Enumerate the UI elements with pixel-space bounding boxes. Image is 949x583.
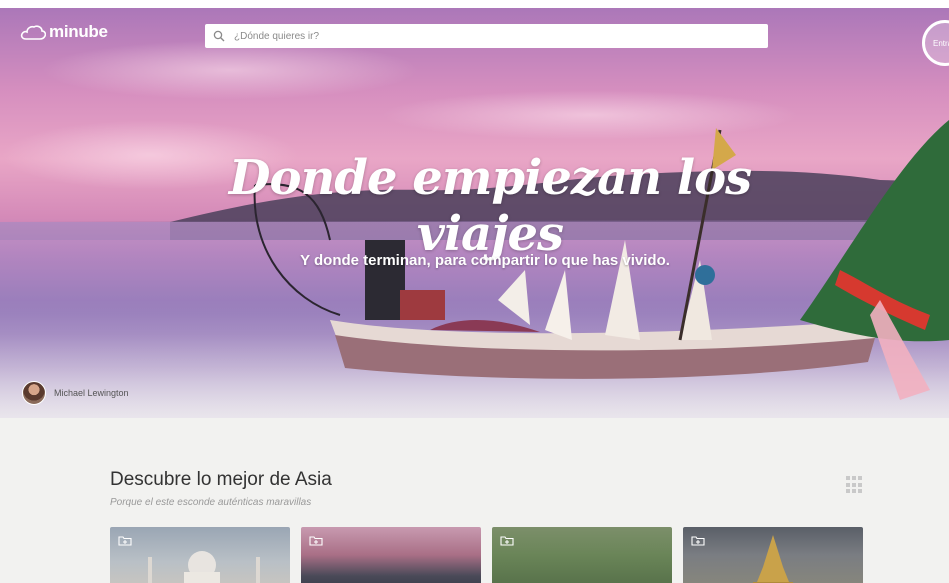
section-title: Descubre lo mejor de Asia xyxy=(110,469,332,490)
taj-mahal-image xyxy=(148,551,260,583)
grid-view-icon[interactable] xyxy=(846,476,864,494)
pagoda-image xyxy=(753,535,793,583)
destination-card[interactable] xyxy=(110,527,290,583)
destination-card[interactable] xyxy=(683,527,863,583)
folder-add-icon[interactable] xyxy=(309,535,323,546)
search-icon xyxy=(213,30,225,42)
page: minube Entrar Donde empiezan los viajes … xyxy=(0,0,949,583)
destination-card[interactable] xyxy=(301,527,481,583)
login-label: Entrar xyxy=(933,38,949,48)
hero-subtitle: Y donde terminan, para compartir lo que … xyxy=(300,252,670,269)
hero-title: Donde empiezan los viajes xyxy=(228,150,752,262)
top-border xyxy=(0,0,949,8)
search-input[interactable] xyxy=(232,29,768,43)
cloud-logo-icon xyxy=(20,25,46,40)
folder-add-icon[interactable] xyxy=(500,535,514,546)
search-bar[interactable] xyxy=(205,24,768,48)
section-subtitle: Porque el este esconde auténticas maravi… xyxy=(110,497,312,508)
destination-cards xyxy=(110,527,863,583)
photo-credit[interactable]: Michael Lewington xyxy=(22,381,129,405)
logo-text: minube xyxy=(49,22,108,41)
photographer-avatar xyxy=(22,381,46,405)
logo[interactable]: minube xyxy=(20,22,108,42)
photographer-name: Michael Lewington xyxy=(54,388,129,398)
destination-card[interactable] xyxy=(492,527,672,583)
